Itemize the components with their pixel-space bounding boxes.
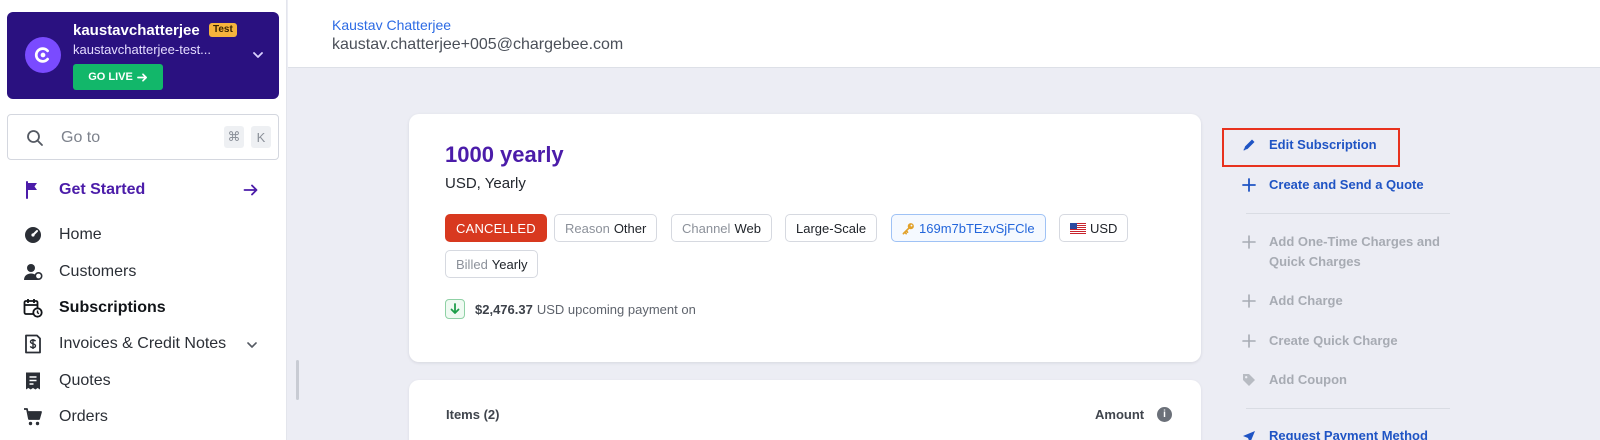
us-flag-icon — [1070, 222, 1086, 234]
calendar-clock-icon — [23, 299, 43, 318]
subscription-id-tag[interactable]: 169m7bTEzvSjFCle — [891, 214, 1046, 242]
sidebar-item-orders[interactable]: Orders — [21, 404, 271, 430]
arrow-right-icon — [136, 72, 147, 82]
sidebar-resize-handle[interactable] — [296, 360, 299, 400]
sidebar-item-label: Customers — [59, 263, 137, 280]
account-switcher[interactable]: kaustavchatterjee Test kaustavchatterjee… — [7, 12, 279, 99]
add-one-time-charges-label: Add One-Time Charges and Quick Charges — [1269, 234, 1440, 269]
sidebar-item-subscriptions[interactable]: Subscriptions — [21, 295, 271, 321]
request-payment-method-label: Request Payment Method — [1269, 428, 1428, 440]
sidebar-item-invoices[interactable]: Invoices & Credit Notes — [21, 331, 271, 357]
flag-icon — [26, 181, 37, 199]
customer-name-link[interactable]: Kaustav Chatterjee — [332, 17, 451, 33]
shortcut-key: K — [251, 126, 271, 148]
create-quick-charge-button[interactable]: Create Quick Charge — [1242, 331, 1398, 351]
get-started-link[interactable]: Get Started — [21, 178, 271, 204]
plus-icon — [1242, 178, 1256, 192]
segment-value: Large-Scale — [796, 220, 867, 236]
plus-icon — [1242, 334, 1256, 348]
add-one-time-charges-button[interactable]: Add One-Time Charges and Quick Charges — [1242, 232, 1450, 272]
goto-search[interactable]: Go to ⌘ K — [7, 114, 279, 160]
actions-divider — [1246, 408, 1450, 409]
users-icon — [24, 264, 43, 281]
plus-icon — [1242, 235, 1256, 249]
plus-icon — [1242, 294, 1256, 308]
currency-value: USD — [1090, 220, 1118, 236]
account-name: kaustavchatterjee — [73, 22, 200, 39]
create-send-quote-button[interactable]: Create and Send a Quote — [1242, 175, 1424, 195]
edit-subscription-button[interactable]: Edit Subscription — [1242, 135, 1377, 155]
channel-tag: Channel Web — [671, 214, 772, 242]
speedometer-icon — [25, 227, 41, 243]
search-placeholder: Go to — [61, 129, 101, 146]
plan-title: 1000 yearly — [445, 142, 564, 167]
reason-value: Other — [613, 220, 647, 236]
info-icon[interactable]: i — [1157, 407, 1172, 422]
customer-email: kaustav.chatterjee+005@chargebee.com — [332, 36, 624, 53]
sidebar-item-label: Orders — [59, 408, 108, 425]
go-live-label: GO LIVE — [88, 71, 133, 83]
reason-key: Reason — [565, 220, 610, 236]
items-heading: Items (2) — [446, 407, 500, 422]
send-icon — [1243, 431, 1255, 440]
get-started-label: Get Started — [59, 181, 146, 198]
test-mode-badge: Test — [209, 23, 237, 37]
items-card: Items (2) Amount i — [409, 380, 1201, 440]
sidebar-item-quotes[interactable]: Quotes — [21, 368, 271, 394]
add-coupon-label: Add Coupon — [1269, 372, 1347, 387]
sidebar: kaustavchatterjee Test kaustavchatterjee… — [0, 0, 287, 440]
sidebar-item-label: Quotes — [59, 372, 111, 389]
upcoming-amount: $2,476.37 — [475, 301, 533, 317]
upcoming-payment: $2,476.37 USD upcoming payment on — [445, 298, 696, 320]
currency-tag: USD — [1059, 214, 1129, 242]
tag-icon — [1243, 374, 1255, 386]
go-live-button[interactable]: GO LIVE — [73, 64, 163, 90]
key-icon — [902, 222, 914, 234]
shortcut-modifier: ⌘ — [224, 126, 244, 148]
edit-subscription-label: Edit Subscription — [1269, 137, 1377, 152]
chevron-down-icon[interactable] — [251, 48, 265, 62]
chevron-down-icon[interactable] — [245, 338, 259, 352]
sidebar-item-label: Subscriptions — [59, 299, 166, 316]
status-label: CANCELLED — [456, 220, 536, 236]
sidebar-item-label: Invoices & Credit Notes — [59, 335, 227, 352]
add-charge-label: Add Charge — [1269, 293, 1343, 308]
customer-header: Kaustav Chatterjee kaustav.chatterjee+00… — [288, 0, 1600, 68]
download-arrow-icon — [445, 299, 465, 319]
add-charge-button[interactable]: Add Charge — [1242, 291, 1343, 311]
amount-heading: Amount — [1095, 407, 1145, 422]
actions-divider — [1246, 213, 1450, 214]
sidebar-item-customers[interactable]: Customers — [21, 259, 271, 285]
billed-tag: Billed Yearly — [445, 250, 539, 278]
upcoming-text: USD upcoming payment on — [536, 301, 696, 317]
request-payment-method-button[interactable]: Request Payment Method — [1242, 426, 1428, 440]
search-icon — [27, 130, 43, 146]
channel-key: Channel — [682, 220, 731, 236]
quote-icon — [26, 372, 40, 390]
arrow-right-icon — [243, 184, 258, 196]
subscription-summary-card: 1000 yearly USD, Yearly CANCELLED Reason… — [409, 114, 1201, 362]
subscription-id: 169m7bTEzvSjFCle — [919, 220, 1035, 236]
reason-tag: Reason Other — [554, 214, 658, 242]
sidebar-item-label: Home — [59, 226, 102, 243]
chargebee-logo-icon — [25, 37, 61, 73]
create-quick-charge-label: Create Quick Charge — [1269, 333, 1398, 348]
cart-icon — [24, 408, 42, 426]
account-site: kaustavchatterjee-test... — [73, 42, 212, 57]
billed-value: Yearly — [491, 256, 528, 272]
billed-key: Billed — [456, 256, 488, 272]
invoice-icon — [25, 334, 41, 354]
channel-value: Web — [734, 220, 761, 236]
status-badge: CANCELLED — [445, 214, 547, 242]
pencil-icon — [1243, 139, 1255, 151]
segment-tag: Large-Scale — [785, 214, 878, 242]
create-send-quote-label: Create and Send a Quote — [1269, 177, 1424, 192]
plan-subtitle: USD, Yearly — [445, 175, 526, 192]
add-coupon-button[interactable]: Add Coupon — [1242, 370, 1347, 390]
sidebar-item-home[interactable]: Home — [21, 222, 271, 248]
